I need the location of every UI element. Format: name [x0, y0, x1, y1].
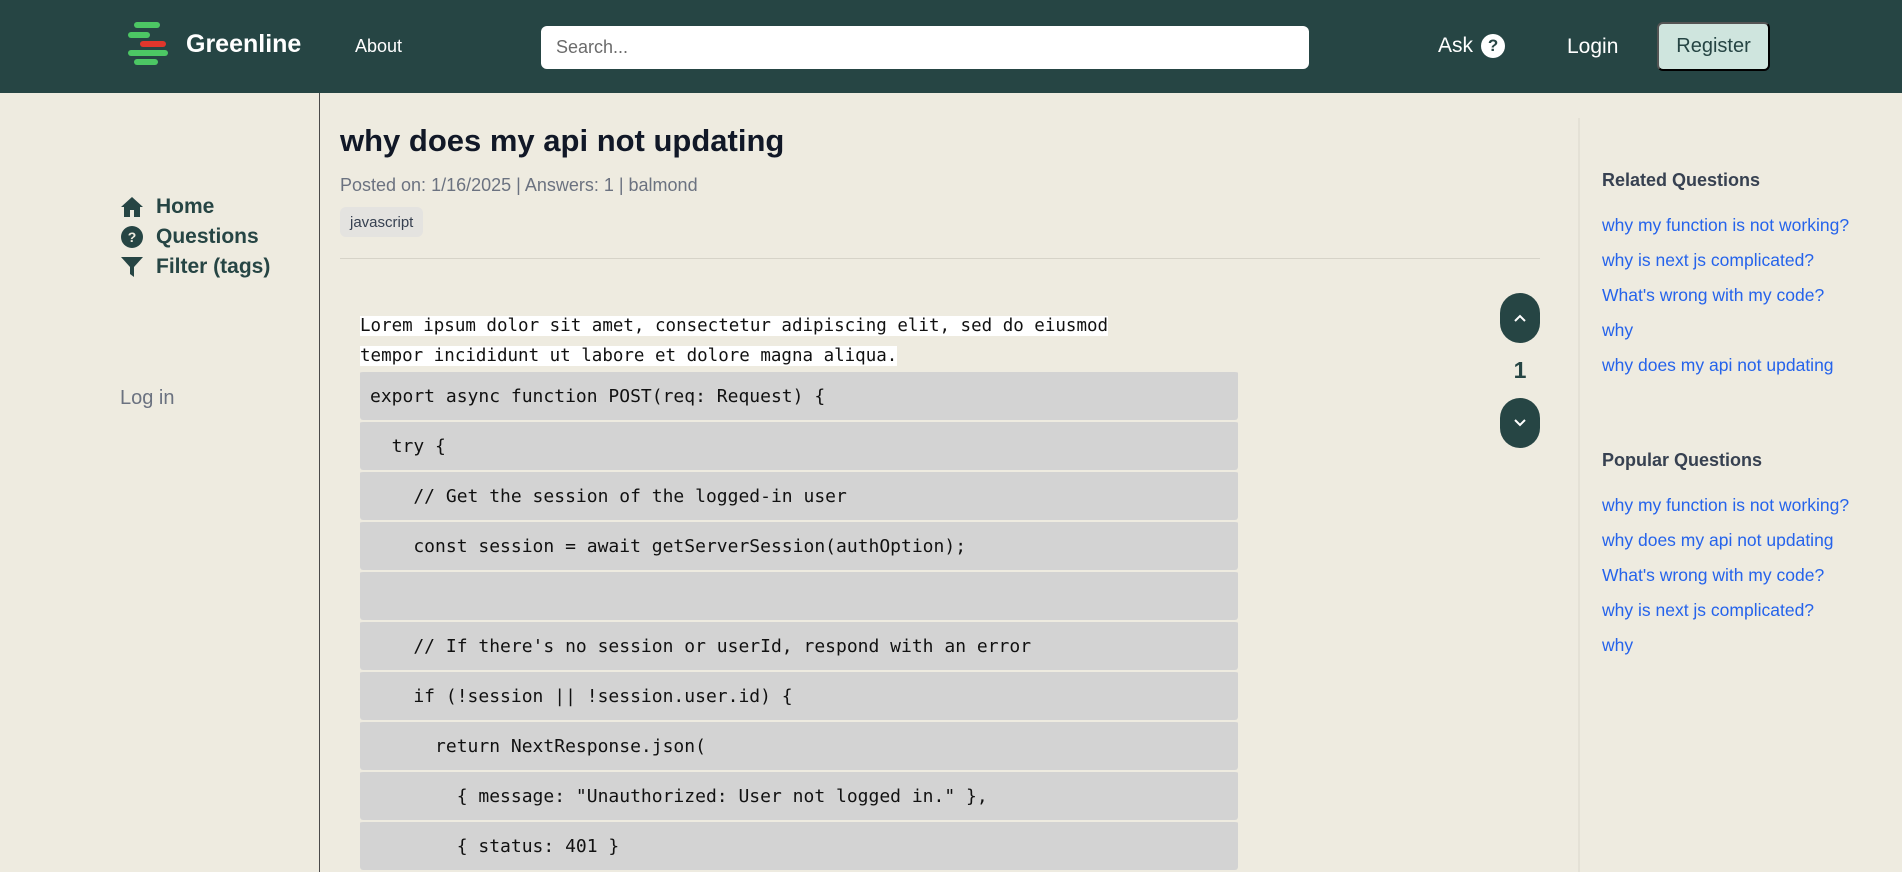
home-icon — [121, 197, 143, 217]
nav-about-link[interactable]: About — [355, 36, 402, 57]
code-line: { message: "Unauthorized: User not logge… — [360, 770, 1238, 820]
brand-name: Greenline — [186, 29, 302, 58]
ask-button[interactable]: Ask ? — [1438, 34, 1506, 58]
question-mark-icon: ? — [1481, 34, 1506, 58]
divider — [340, 258, 1540, 259]
related-question-link[interactable]: What's wrong with my code? — [1602, 285, 1824, 306]
related-question-link[interactable]: why does my api not updating — [1602, 355, 1834, 376]
popular-question-link[interactable]: why is next js complicated? — [1602, 600, 1814, 621]
downvote-button[interactable] — [1500, 398, 1540, 448]
filter-icon — [121, 257, 143, 277]
logo-icon — [126, 20, 174, 68]
code-block: export async function POST(req: Request)… — [360, 370, 1238, 870]
search-input[interactable] — [541, 26, 1309, 69]
code-line: try { — [360, 420, 1238, 470]
code-line: // Get the session of the logged-in user — [360, 470, 1238, 520]
vote-count: 1 — [1513, 357, 1527, 383]
svg-text:?: ? — [128, 229, 137, 245]
right-sidebar: Related Questions why my function is not… — [1578, 118, 1902, 872]
tag-badge[interactable]: javascript — [340, 207, 424, 237]
body-line: tempor incididunt ut labore et dolore ma… — [360, 346, 898, 366]
chevron-down-icon — [1514, 419, 1526, 427]
sidebar-item-questions[interactable]: ? Questions — [120, 225, 259, 249]
sidebar-login-link[interactable]: Log in — [120, 387, 175, 410]
related-questions-heading: Related Questions — [1602, 170, 1761, 190]
related-question-link[interactable]: why my function is not working? — [1602, 215, 1849, 236]
ask-label: Ask — [1438, 34, 1474, 57]
body-line: Lorem ipsum dolor sit amet, consectetur … — [360, 316, 1109, 336]
popular-question-link[interactable]: why — [1602, 635, 1633, 656]
question-meta: Posted on: 1/16/2025 | Answers: 1 | balm… — [340, 175, 698, 195]
popular-question-link[interactable]: What's wrong with my code? — [1602, 565, 1824, 586]
related-question-link[interactable]: why is next js complicated? — [1602, 250, 1814, 271]
popular-question-link[interactable]: why my function is not working? — [1602, 495, 1849, 516]
code-line: { status: 401 } — [360, 820, 1238, 870]
upvote-button[interactable] — [1500, 293, 1540, 343]
sidebar-item-label: Questions — [156, 225, 259, 248]
page-title: why does my api not updating — [340, 123, 785, 158]
code-line: export async function POST(req: Request)… — [360, 370, 1238, 420]
chevron-up-icon — [1514, 314, 1526, 322]
sidebar-item-filter[interactable]: Filter (tags) — [120, 255, 270, 279]
code-line: // If there's no session or userId, resp… — [360, 620, 1238, 670]
sidebar-item-label: Filter (tags) — [156, 255, 271, 278]
register-button[interactable]: Register — [1657, 22, 1770, 71]
code-line: const session = await getServerSession(a… — [360, 520, 1238, 570]
top-navbar: Greenline About Ask ? Login Register — [0, 0, 1902, 93]
brand-logo[interactable]: Greenline — [126, 20, 301, 68]
question-circle-icon: ? — [121, 226, 143, 248]
vote-controls: 1 — [1500, 293, 1540, 448]
sidebar-item-home[interactable]: Home — [120, 195, 214, 219]
popular-question-link[interactable]: why does my api not updating — [1602, 530, 1834, 551]
code-line — [360, 570, 1238, 620]
login-link[interactable]: Login — [1567, 35, 1618, 59]
left-sidebar: Home ? Questions Filter (tags) Log in — [0, 93, 320, 872]
code-line: if (!session || !session.user.id) { — [360, 670, 1238, 720]
code-line: return NextResponse.json( — [360, 720, 1238, 770]
popular-questions-heading: Popular Questions — [1602, 450, 1763, 470]
sidebar-item-label: Home — [156, 195, 215, 218]
question-body: Lorem ipsum dolor sit amet, consectetur … — [360, 311, 1109, 371]
related-question-link[interactable]: why — [1602, 320, 1633, 341]
